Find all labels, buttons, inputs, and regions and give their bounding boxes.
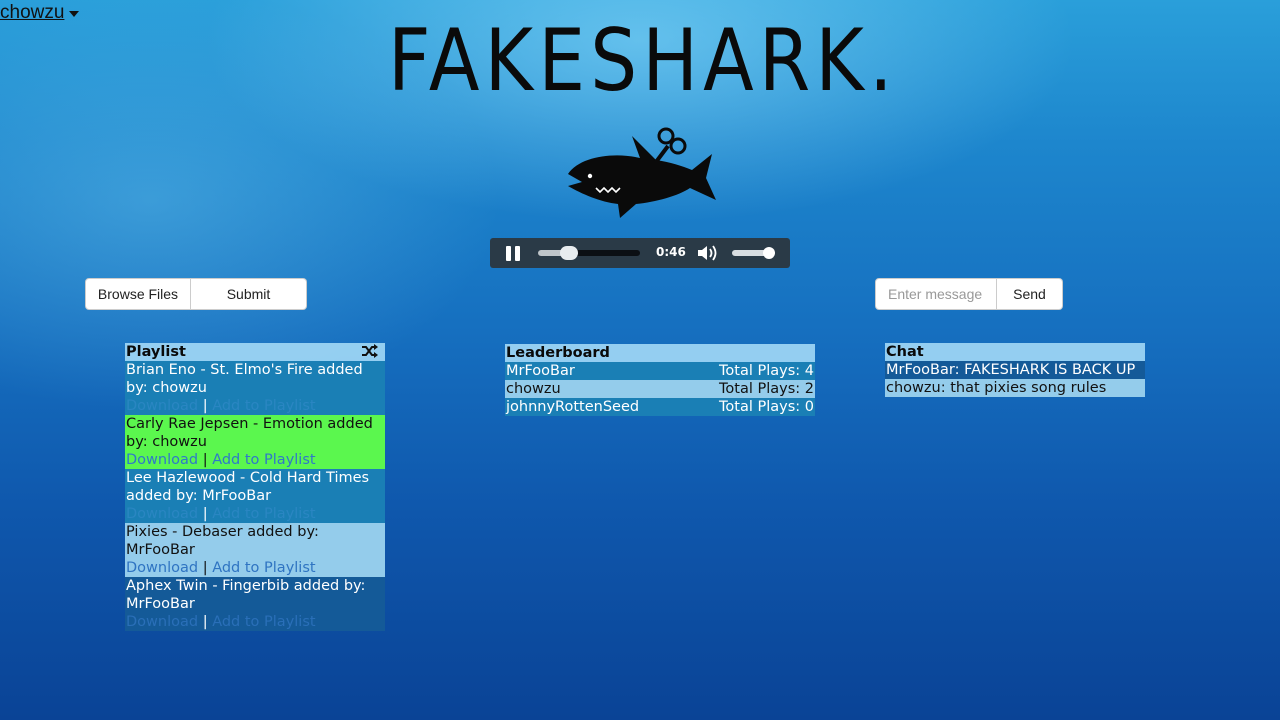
leaderboard-panel: Leaderboard MrFooBar Total Plays: 4 chowzu… <box>505 344 815 416</box>
chat-message: chowzu: that pixies song rules <box>885 379 1145 397</box>
playlist-item: Brian Eno - St. Elmo's Fire added by: ch… <box>125 361 385 415</box>
leaderboard-row: MrFooBar Total Plays: 4 <box>505 362 815 380</box>
link-separator: | <box>202 560 208 576</box>
volume-icon[interactable] <box>696 243 720 267</box>
audio-player: 0:46 <box>490 238 790 268</box>
download-link[interactable]: Download <box>126 506 198 522</box>
add-to-playlist-link[interactable]: Add to Playlist <box>212 614 315 630</box>
logo-title: FAKESHARK. <box>388 11 898 111</box>
playlist-item-title: Lee Hazlewood - Cold Hard Times added by… <box>126 470 370 504</box>
seek-bar[interactable] <box>538 246 640 260</box>
playlist-title: Playlist <box>126 344 186 360</box>
user-name: chowzu <box>0 2 65 24</box>
link-separator: | <box>202 398 208 414</box>
playlist-item-links: Download | Add to Playlist <box>126 559 384 577</box>
download-link[interactable]: Download <box>126 398 198 414</box>
playlist-header: Playlist <box>125 343 385 361</box>
link-separator: | <box>202 452 208 468</box>
send-button[interactable]: Send <box>997 278 1063 310</box>
playlist-item: Lee Hazlewood - Cold Hard Times added by… <box>125 469 385 523</box>
chat-message: MrFooBar: FAKESHARK IS BACK UP <box>885 361 1145 379</box>
seek-handle[interactable] <box>560 246 578 260</box>
add-to-playlist-link[interactable]: Add to Playlist <box>212 506 315 522</box>
submit-button[interactable]: Submit <box>191 278 307 310</box>
playlist-item-links: Download | Add to Playlist <box>126 451 384 469</box>
playlist-item-links: Download | Add to Playlist <box>126 613 384 631</box>
shark-logo-icon <box>560 126 720 226</box>
add-to-playlist-link[interactable]: Add to Playlist <box>212 452 315 468</box>
chat-panel: Chat MrFooBar: FAKESHARK IS BACK UP chowz… <box>885 343 1145 397</box>
playlist-item-title: Pixies - Debaser added by: MrFooBar <box>126 524 319 558</box>
playlist-item: Aphex Twin - Fingerbib added by: MrFooBa… <box>125 577 385 631</box>
playlist-panel: Playlist Brian Eno - St. Elmo's Fire add… <box>125 343 385 631</box>
link-separator: | <box>202 506 208 522</box>
leaderboard-user: johnnyRottenSeed <box>506 399 640 415</box>
playlist-item-links: Download | Add to Playlist <box>126 397 384 415</box>
leaderboard-user: chowzu <box>506 381 561 397</box>
chat-title: Chat <box>885 343 1145 361</box>
add-to-playlist-link[interactable]: Add to Playlist <box>212 560 315 576</box>
leaderboard-plays: Total Plays: 2 <box>719 381 814 397</box>
download-link[interactable]: Download <box>126 452 198 468</box>
time-display: 0:46 <box>656 245 686 259</box>
shuffle-icon[interactable] <box>361 344 379 363</box>
link-separator: | <box>202 614 208 630</box>
playlist-item-title: Brian Eno - St. Elmo's Fire added by: ch… <box>126 362 363 396</box>
leaderboard-user: MrFooBar <box>506 363 575 379</box>
user-menu[interactable]: chowzu <box>0 2 80 24</box>
playlist-item-links: Download | Add to Playlist <box>126 505 384 523</box>
leaderboard-plays: Total Plays: 0 <box>719 399 814 415</box>
playlist-item-title: Aphex Twin - Fingerbib added by: MrFooBa… <box>126 578 366 612</box>
playlist-item: Carly Rae Jepsen - Emotion added by: cho… <box>125 415 385 469</box>
leaderboard-row: johnnyRottenSeed Total Plays: 0 <box>505 398 815 416</box>
volume-handle[interactable] <box>763 247 775 259</box>
download-link[interactable]: Download <box>126 560 198 576</box>
playlist-item-title: Carly Rae Jepsen - Emotion added by: cho… <box>126 416 373 450</box>
pause-button[interactable] <box>506 246 520 261</box>
chat-message-input[interactable] <box>875 278 997 310</box>
chevron-down-icon <box>68 2 80 24</box>
add-to-playlist-link[interactable]: Add to Playlist <box>212 398 315 414</box>
leaderboard-row: chowzu Total Plays: 2 <box>505 380 815 398</box>
playlist-item: Pixies - Debaser added by: MrFooBar Downl… <box>125 523 385 577</box>
leaderboard-title: Leaderboard <box>505 344 815 362</box>
leaderboard-plays: Total Plays: 4 <box>719 363 814 379</box>
download-link[interactable]: Download <box>126 614 198 630</box>
browse-files-button[interactable]: Browse Files <box>85 278 191 310</box>
